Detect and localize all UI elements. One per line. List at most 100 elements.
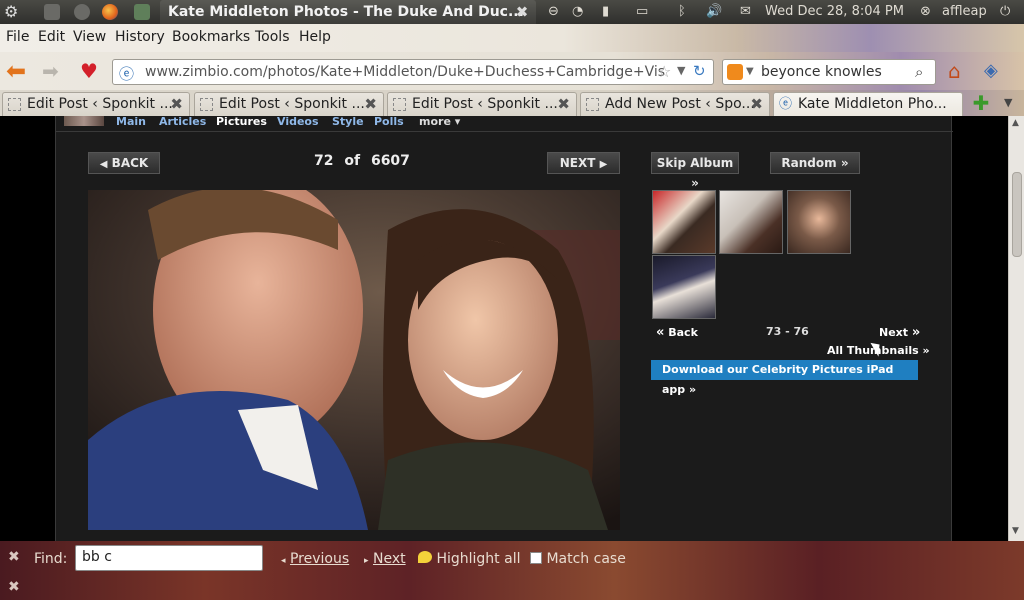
new-tab-icon[interactable]: ✚ xyxy=(970,92,992,114)
nav-style[interactable]: Style xyxy=(332,116,364,128)
back-arrow-icon[interactable]: ⬅ xyxy=(6,59,28,83)
home-icon[interactable]: ⌂ xyxy=(948,60,970,82)
tab-close-icon[interactable]: ✖ xyxy=(364,95,377,113)
tab-edit-post-2[interactable]: Edit Post ‹ Sponkit ... ✖ xyxy=(194,92,384,116)
left-triangle-icon: ◀ xyxy=(99,159,108,170)
match-case-checkbox[interactable] xyxy=(530,552,542,564)
scroll-down-arrow-icon[interactable]: ▼ xyxy=(1012,526,1019,536)
gallery-container: Main Articles Pictures Videos Style Poll… xyxy=(55,116,953,541)
terminal-icon[interactable] xyxy=(134,4,150,20)
text-editor-icon[interactable] xyxy=(44,4,60,20)
menu-history[interactable]: History xyxy=(115,29,165,45)
back-button[interactable]: ◀ BACK xyxy=(88,152,160,174)
record-icon[interactable]: ⊖ xyxy=(548,3,559,21)
thumbnail-3[interactable] xyxy=(787,190,851,254)
close-bottom-icon[interactable]: ✖ xyxy=(8,579,20,595)
search-input[interactable]: beyonce knowles xyxy=(761,64,882,80)
power-icon[interactable]: ⏻ xyxy=(1000,3,1010,21)
match-case-option[interactable]: Match case xyxy=(530,551,626,567)
find-input[interactable]: bb c xyxy=(75,545,263,571)
right-triangle-icon: ▶ xyxy=(599,159,608,170)
find-next-button[interactable]: ▸ Next xyxy=(364,551,406,567)
firefox-icon[interactable] xyxy=(102,4,118,20)
thumbnail-2[interactable] xyxy=(719,190,783,254)
nav-main[interactable]: Main xyxy=(116,116,146,128)
thumbs-next-link[interactable]: Next » xyxy=(879,325,920,340)
tab-close-icon[interactable]: ✖ xyxy=(750,95,763,113)
menu-file[interactable]: File xyxy=(6,29,29,45)
chrome-icon[interactable] xyxy=(74,4,90,20)
window-close-icon[interactable]: ✖ xyxy=(514,4,530,20)
random-button[interactable]: Random » xyxy=(770,152,860,174)
total-count: 6607 xyxy=(370,153,410,169)
mail-icon[interactable]: ✉ xyxy=(740,3,751,21)
tab-label: Edit Post ‹ Sponkit ... xyxy=(412,96,558,112)
scroll-thumb[interactable] xyxy=(1012,172,1022,257)
user-status-icon[interactable]: ⊗ xyxy=(920,3,931,21)
double-right-chevron-icon: » xyxy=(911,325,921,340)
double-left-chevron-icon: « xyxy=(656,325,665,340)
menu-help[interactable]: Help xyxy=(299,29,331,45)
top-panel: ⚙ Kate Middleton Photos - The Duke And D… xyxy=(0,0,1024,24)
reload-icon[interactable]: ↻ xyxy=(693,62,706,80)
highlight-all-button[interactable]: Highlight all xyxy=(418,551,520,567)
url-bar[interactable]: ⓔ www.zimbio.com/photos/Kate+Middleton/D… xyxy=(112,59,714,85)
close-findbar-icon[interactable]: ✖ xyxy=(8,549,20,565)
thumbs-back-link[interactable]: « Back xyxy=(656,325,698,340)
site-identity-icon[interactable]: ⓔ xyxy=(119,63,134,84)
tab-close-icon[interactable]: ✖ xyxy=(557,95,570,113)
search-engine-dropdown-icon[interactable]: ▼ xyxy=(746,66,754,77)
next-button-label: NEXT xyxy=(559,156,596,170)
url-dropdown-icon[interactable]: ▼ xyxy=(677,64,685,77)
tab-label: Edit Post ‹ Sponkit ... xyxy=(219,96,365,112)
search-engine-icon[interactable] xyxy=(727,64,743,80)
bluetooth-icon[interactable]: ᛒ xyxy=(678,3,686,21)
scroll-up-arrow-icon[interactable]: ▲ xyxy=(1012,118,1019,128)
thumbnail-1[interactable] xyxy=(652,190,716,254)
tab-edit-post-3[interactable]: Edit Post ‹ Sponkit ... ✖ xyxy=(387,92,577,116)
tab-kate-middleton[interactable]: ⓔ Kate Middleton Pho... xyxy=(773,92,963,116)
photo-counter: 72 of 6607 xyxy=(314,153,410,169)
wifi-icon[interactable]: ◔ xyxy=(572,3,583,21)
menu-edit[interactable]: Edit xyxy=(38,29,65,45)
skip-album-button[interactable]: Skip Album » xyxy=(651,152,739,190)
find-previous-button[interactable]: ◂ Previous xyxy=(281,551,349,567)
right-triangle-icon: ▸ xyxy=(364,556,369,566)
menu-bookmarks[interactable]: Bookmarks xyxy=(172,29,250,45)
tab-favicon-icon xyxy=(393,98,406,111)
indicator-icon[interactable]: ▮ xyxy=(602,3,609,21)
tab-favicon-icon xyxy=(586,98,599,111)
page-scrollbar[interactable]: ▲ ▼ xyxy=(1008,116,1024,541)
menu-tools[interactable]: Tools xyxy=(255,29,290,45)
match-case-label: Match case xyxy=(546,551,626,567)
tab-add-new-post[interactable]: Add New Post ‹ Spo... ✖ xyxy=(580,92,770,116)
nav-polls[interactable]: Polls xyxy=(374,116,404,128)
username[interactable]: affleap xyxy=(942,3,987,21)
battery-icon[interactable]: ▭ xyxy=(636,3,648,21)
heart-bookmark-icon[interactable]: ♥ xyxy=(80,60,102,82)
tab-favicon-icon xyxy=(8,98,21,111)
ipad-app-banner[interactable]: Download our Celebrity Pictures iPad app… xyxy=(651,360,918,396)
bookmark-star-icon[interactable]: ☆ xyxy=(657,62,671,81)
main-photo[interactable] xyxy=(88,190,620,530)
next-button[interactable]: NEXT ▶ xyxy=(547,152,620,174)
of-label: of xyxy=(344,153,361,169)
addon-icon[interactable]: ◈ xyxy=(984,60,1006,82)
tab-close-icon[interactable]: ✖ xyxy=(170,95,183,113)
thumbnail-4[interactable] xyxy=(652,255,716,319)
tab-list-icon[interactable]: ▼ xyxy=(1004,96,1012,109)
site-thumbnail[interactable] xyxy=(64,116,104,126)
ubuntu-logo-icon[interactable]: ⚙ xyxy=(4,4,20,20)
nav-more[interactable]: more ▾ xyxy=(419,116,460,128)
nav-videos[interactable]: Videos xyxy=(277,116,319,128)
search-icon[interactable]: ⌕ xyxy=(915,63,923,81)
search-bar[interactable]: ▼ beyonce knowles ⌕ xyxy=(722,59,936,85)
url-text[interactable]: www.zimbio.com/photos/Kate+Middleton/Duk… xyxy=(145,64,665,80)
forward-arrow-icon[interactable]: ➡ xyxy=(42,60,64,82)
nav-pictures[interactable]: Pictures xyxy=(216,116,267,128)
tab-edit-post-1[interactable]: Edit Post ‹ Sponkit ... ✖ xyxy=(2,92,190,116)
clock-datetime[interactable]: Wed Dec 28, 8:04 PM xyxy=(765,3,904,21)
nav-articles[interactable]: Articles xyxy=(159,116,206,128)
menu-view[interactable]: View xyxy=(73,29,106,45)
volume-icon[interactable]: 🔊 xyxy=(706,3,722,21)
